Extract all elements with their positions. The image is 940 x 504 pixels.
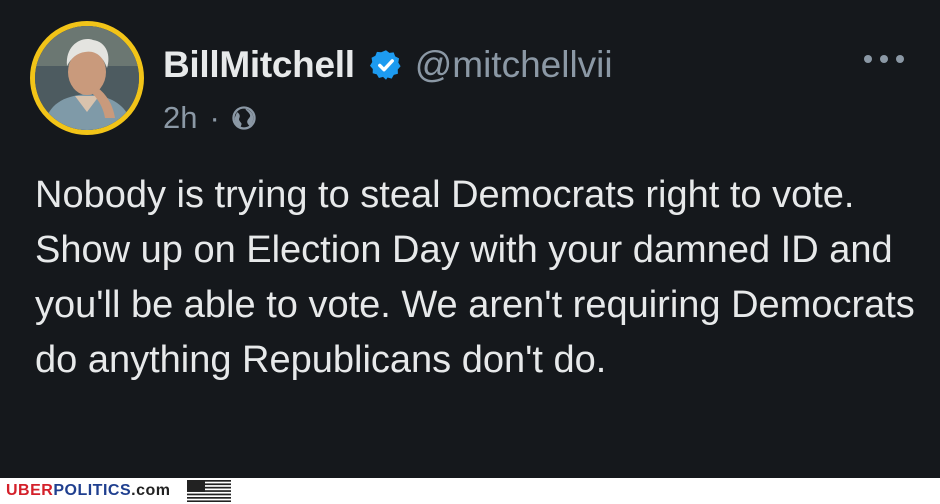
- user-handle[interactable]: @mitchellvii: [415, 44, 613, 86]
- logo-part-politics: POLITICS: [53, 482, 132, 499]
- meta-separator: ·: [209, 100, 220, 135]
- tweet-meta: 2h ·: [163, 96, 258, 140]
- globe-icon: [232, 106, 256, 130]
- avatar-photo: [35, 26, 139, 130]
- tweet-text: Nobody is trying to steal Democrats righ…: [35, 174, 915, 381]
- timestamp[interactable]: 2h: [163, 100, 197, 136]
- watermark-bar: UBERPOLITICS.com: [0, 478, 940, 504]
- more-options-icon[interactable]: [864, 47, 904, 71]
- more-dot: [864, 55, 872, 63]
- author-row: BillMitchell @mitchellvii: [163, 40, 613, 90]
- american-flag-icon: [187, 480, 231, 502]
- tweet-card: BillMitchell @mitchellvii 2h · Nobody is…: [0, 0, 940, 478]
- avatar[interactable]: [30, 21, 144, 135]
- more-dot: [896, 55, 904, 63]
- more-dot: [880, 55, 888, 63]
- verified-badge-icon: [369, 50, 401, 80]
- logo-part-domain: .com: [131, 482, 171, 499]
- site-logo: UBERPOLITICS.com: [6, 481, 170, 501]
- logo-part-uber: UBER: [6, 482, 54, 499]
- display-name[interactable]: BillMitchell: [163, 44, 355, 86]
